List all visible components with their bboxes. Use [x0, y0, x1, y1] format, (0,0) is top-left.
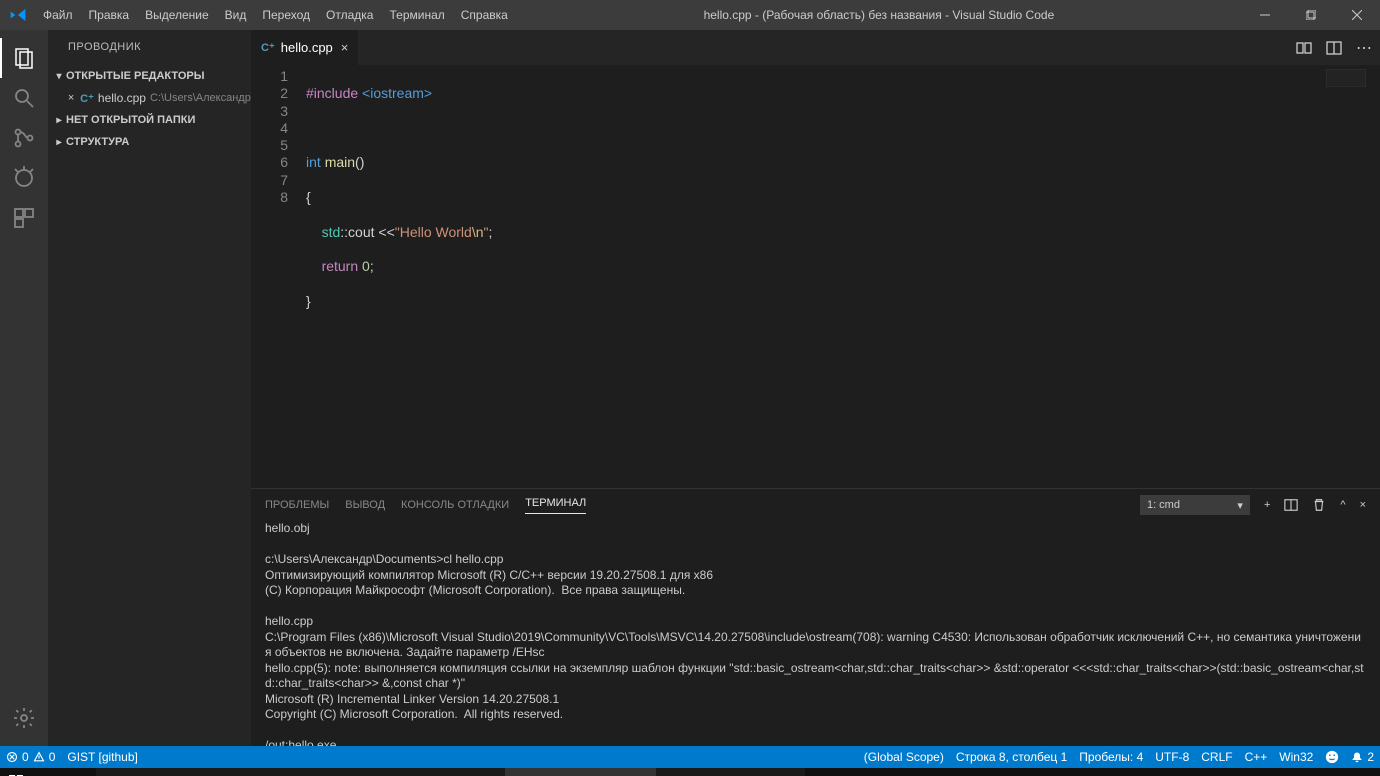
cpp-file-icon: C⁺ — [80, 92, 94, 105]
terminal-selector[interactable]: 1: cmd▾ — [1140, 495, 1250, 515]
status-target[interactable]: Win32 — [1273, 750, 1319, 764]
open-editor-file[interactable]: × C⁺ hello.cpp C:\Users\Александр\Docume… — [48, 87, 251, 109]
window-title: hello.cpp - (Рабочая область) без назван… — [516, 8, 1242, 22]
more-actions-icon[interactable]: ⋯ — [1356, 38, 1372, 58]
menu-debug[interactable]: Отладка — [318, 0, 381, 30]
taskbar-app-documents1[interactable]: Документы — [282, 768, 377, 776]
status-spaces[interactable]: Пробелы: 4 — [1073, 750, 1149, 764]
section-no-folder[interactable]: ▸ НЕТ ОТКРЫТОЙ ПАПКИ — [48, 109, 251, 131]
status-gist[interactable]: GIST [github] — [61, 750, 143, 764]
chevron-right-icon: ▸ — [52, 137, 66, 148]
chevron-right-icon: ▸ — [52, 115, 66, 126]
editor-area: C⁺ hello.cpp × ⋯ 1234 5678 #include <ios… — [251, 30, 1380, 746]
menu-file[interactable]: Файл — [35, 0, 81, 30]
panel-tab-terminal[interactable]: ТЕРМИНАЛ — [525, 497, 586, 514]
status-cursor-pos[interactable]: Строка 8, столбец 1 — [950, 750, 1073, 764]
new-terminal-icon[interactable]: + — [1264, 499, 1270, 511]
code-content[interactable]: #include <iostream> int main() { std::co… — [306, 65, 1380, 488]
code-editor[interactable]: 1234 5678 #include <iostream> int main()… — [251, 65, 1380, 488]
split-editor-icon[interactable] — [1326, 40, 1342, 56]
panel-tab-output[interactable]: ВЫВОД — [345, 499, 385, 511]
side-bar: ПРОВОДНИК ▾ ОТКРЫТЫЕ РЕДАКТОРЫ × C⁺ hell… — [48, 30, 251, 746]
taskbar-app-chrome[interactable]: Unreal Engine C++ D... — [96, 768, 248, 776]
status-bar: 0 0 GIST [github] (Global Scope) Строка … — [0, 746, 1380, 768]
taskbar-app-explorer1[interactable] — [248, 768, 282, 776]
panel-tab-problems[interactable]: ПРОБЛЕМЫ — [265, 499, 329, 511]
terminal-body[interactable]: hello.obj c:\Users\Александр\Documents>c… — [251, 521, 1380, 746]
activity-scm-icon[interactable] — [0, 118, 48, 158]
side-bar-title: ПРОВОДНИК — [48, 30, 251, 65]
menu-terminal[interactable]: Терминал — [381, 0, 452, 30]
chevron-down-icon: ▾ — [1237, 499, 1243, 512]
menu-view[interactable]: Вид — [217, 0, 255, 30]
taskbar-taskview-icon[interactable] — [64, 768, 96, 776]
activity-search-icon[interactable] — [0, 78, 48, 118]
section-open-editors[interactable]: ▾ ОТКРЫТЫЕ РЕДАКТОРЫ — [48, 65, 251, 87]
status-notifications[interactable]: 2 — [1345, 750, 1380, 764]
taskbar-app-explorer2[interactable] — [376, 768, 410, 776]
taskbar-app-visualstudio[interactable]: hello - Microsoft Visu... — [656, 768, 805, 776]
taskbar-app-documents2[interactable]: Документы — [410, 768, 505, 776]
menu-go[interactable]: Переход — [254, 0, 318, 30]
status-eol[interactable]: CRLF — [1195, 750, 1238, 764]
windows-taskbar: Unreal Engine C++ D... Документы Докумен… — [0, 768, 1380, 776]
close-file-icon[interactable]: × — [66, 92, 76, 104]
kill-terminal-icon[interactable] — [1312, 498, 1326, 512]
activity-debug-icon[interactable] — [0, 158, 48, 198]
start-button[interactable] — [0, 768, 32, 776]
window-minimize-icon[interactable] — [1242, 0, 1288, 30]
activity-settings-icon[interactable] — [0, 698, 48, 738]
activity-bar — [0, 30, 48, 746]
app-logo-icon — [0, 7, 35, 23]
terminal-output: hello.obj c:\Users\Александр\Documents>c… — [265, 521, 1364, 746]
menu-edit[interactable]: Правка — [81, 0, 138, 30]
menu-help[interactable]: Справка — [453, 0, 516, 30]
title-bar: Файл Правка Выделение Вид Переход Отладк… — [0, 0, 1380, 30]
chevron-down-icon: ▾ — [52, 71, 66, 82]
section-outline[interactable]: ▸ СТРУКТУРА — [48, 131, 251, 153]
status-encoding[interactable]: UTF-8 — [1149, 750, 1195, 764]
cpp-file-icon: C⁺ — [261, 41, 275, 54]
close-panel-icon[interactable]: × — [1360, 499, 1366, 511]
compare-changes-icon[interactable] — [1296, 40, 1312, 56]
window-close-icon[interactable] — [1334, 0, 1380, 30]
status-lang[interactable]: C++ — [1239, 750, 1274, 764]
status-scope[interactable]: (Global Scope) — [858, 750, 950, 764]
line-gutter: 1234 5678 — [251, 65, 306, 488]
taskbar-search-icon[interactable] — [32, 768, 64, 776]
activity-extensions-icon[interactable] — [0, 198, 48, 238]
bottom-panel: ПРОБЛЕМЫ ВЫВОД КОНСОЛЬ ОТЛАДКИ ТЕРМИНАЛ … — [251, 488, 1380, 746]
editor-tabs: C⁺ hello.cpp × ⋯ — [251, 30, 1380, 65]
tab-close-icon[interactable]: × — [341, 40, 349, 55]
taskbar-app-vscode[interactable]: hello.cpp - (Рабочая ... — [505, 768, 656, 776]
minimap[interactable] — [1326, 69, 1366, 87]
panel-tab-debug-console[interactable]: КОНСОЛЬ ОТЛАДКИ — [401, 499, 509, 511]
file-path: C:\Users\Александр\Documents — [150, 92, 251, 104]
tab-hello-cpp[interactable]: C⁺ hello.cpp × — [251, 30, 359, 65]
status-feedback-icon[interactable] — [1319, 750, 1345, 764]
menu-selection[interactable]: Выделение — [137, 0, 217, 30]
tab-label: hello.cpp — [281, 40, 333, 55]
file-name: hello.cpp — [98, 91, 146, 105]
split-terminal-icon[interactable] — [1284, 498, 1298, 512]
status-errors[interactable]: 0 0 — [0, 750, 61, 764]
maximize-panel-icon[interactable]: ^ — [1340, 499, 1345, 511]
activity-explorer-icon[interactable] — [0, 38, 48, 78]
menu-bar: Файл Правка Выделение Вид Переход Отладк… — [35, 0, 516, 30]
window-restore-icon[interactable] — [1288, 0, 1334, 30]
